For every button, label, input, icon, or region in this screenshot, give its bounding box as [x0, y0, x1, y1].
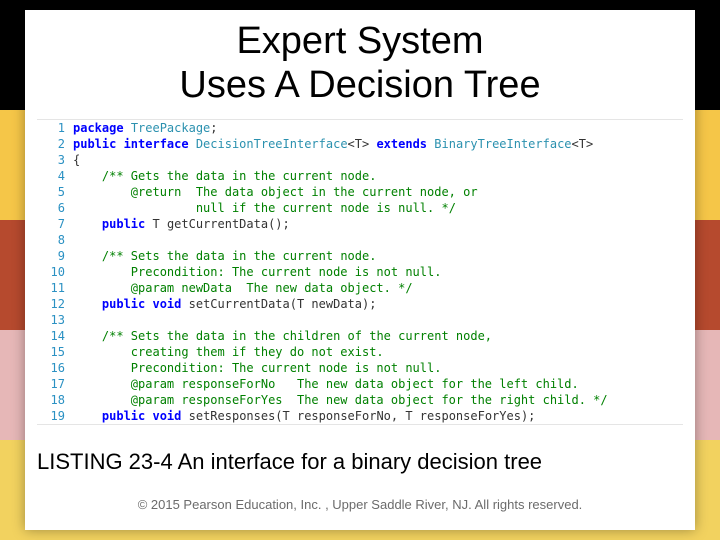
- code-line: 17 @param responseForNo The new data obj…: [37, 376, 683, 392]
- listing-caption: LISTING 23-4 An interface for a binary d…: [37, 449, 683, 475]
- code-tokens: @param newData The new data object. */: [73, 280, 413, 296]
- code-line: 8: [37, 232, 683, 248]
- slide-title: Expert System Uses A Decision Tree: [25, 20, 695, 107]
- code-tokens: package TreePackage;: [73, 120, 218, 136]
- code-line: 18 @param responseForYes The new data ob…: [37, 392, 683, 408]
- code-tokens: [73, 232, 80, 248]
- line-number: 9: [37, 248, 73, 264]
- line-number: 2: [37, 136, 73, 152]
- line-number: 8: [37, 232, 73, 248]
- code-listing: 1package TreePackage;2public interface D…: [37, 119, 683, 425]
- line-number: 18: [37, 392, 73, 408]
- line-number: 11: [37, 280, 73, 296]
- code-tokens: /** Gets the data in the current node.: [73, 168, 376, 184]
- code-line: 9 /** Sets the data in the current node.: [37, 248, 683, 264]
- code-tokens: public interface DecisionTreeInterface<T…: [73, 136, 593, 152]
- code-tokens: public T getCurrentData();: [73, 216, 290, 232]
- code-tokens: /** Sets the data in the children of the…: [73, 328, 492, 344]
- code-tokens: null if the current node is null. */: [73, 200, 456, 216]
- code-tokens: Precondition: The current node is not nu…: [73, 360, 441, 376]
- code-line: 16 Precondition: The current node is not…: [37, 360, 683, 376]
- line-number: 16: [37, 360, 73, 376]
- code-tokens: {: [73, 152, 80, 168]
- code-tokens: public void setResponses(T responseForNo…: [73, 408, 535, 424]
- line-number: 1: [37, 120, 73, 136]
- code-line: 14 /** Sets the data in the children of …: [37, 328, 683, 344]
- line-number: 5: [37, 184, 73, 200]
- line-number: 10: [37, 264, 73, 280]
- code-tokens: /** Sets the data in the current node.: [73, 248, 376, 264]
- line-number: 6: [37, 200, 73, 216]
- code-tokens: @return The data object in the current n…: [73, 184, 478, 200]
- slide-content: Expert System Uses A Decision Tree 1pack…: [25, 10, 695, 530]
- code-tokens: @param responseForYes The new data objec…: [73, 392, 608, 408]
- line-number: 14: [37, 328, 73, 344]
- code-line: 10 Precondition: The current node is not…: [37, 264, 683, 280]
- code-line: 11 @param newData The new data object. *…: [37, 280, 683, 296]
- code-line: 15 creating them if they do not exist.: [37, 344, 683, 360]
- title-line-1: Expert System: [236, 20, 483, 62]
- copyright-notice: © 2015 Pearson Education, Inc. , Upper S…: [25, 497, 695, 512]
- code-line: 3{: [37, 152, 683, 168]
- line-number: 7: [37, 216, 73, 232]
- code-tokens: public void setCurrentData(T newData);: [73, 296, 376, 312]
- code-line: 12 public void setCurrentData(T newData)…: [37, 296, 683, 312]
- title-line-2: Uses A Decision Tree: [179, 64, 540, 106]
- code-line: 2public interface DecisionTreeInterface<…: [37, 136, 683, 152]
- code-tokens: @param responseForNo The new data object…: [73, 376, 579, 392]
- code-line: 5 @return The data object in the current…: [37, 184, 683, 200]
- code-line: 7 public T getCurrentData();: [37, 216, 683, 232]
- line-number: 17: [37, 376, 73, 392]
- line-number: 4: [37, 168, 73, 184]
- code-line: 4 /** Gets the data in the current node.: [37, 168, 683, 184]
- code-tokens: Precondition: The current node is not nu…: [73, 264, 441, 280]
- code-tokens: creating them if they do not exist.: [73, 344, 384, 360]
- line-number: 13: [37, 312, 73, 328]
- line-number: 12: [37, 296, 73, 312]
- line-number: 19: [37, 408, 73, 424]
- code-line: 1package TreePackage;: [37, 120, 683, 136]
- line-number: 3: [37, 152, 73, 168]
- code-line: 19 public void setResponses(T responseFo…: [37, 408, 683, 424]
- code-line: 13: [37, 312, 683, 328]
- line-number: 15: [37, 344, 73, 360]
- code-line: 6 null if the current node is null. */: [37, 200, 683, 216]
- code-tokens: [73, 312, 80, 328]
